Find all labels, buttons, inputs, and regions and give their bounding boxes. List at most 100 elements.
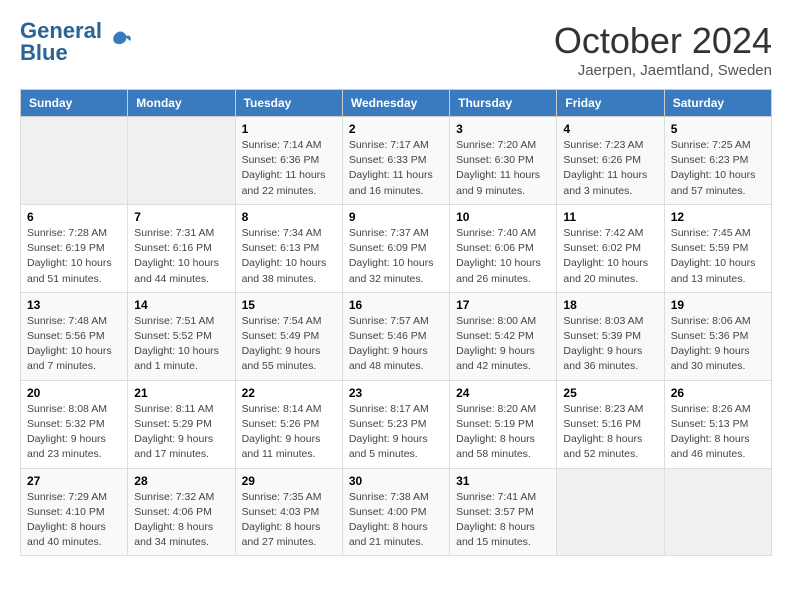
day-number: 8 (242, 210, 336, 224)
column-header-sunday: Sunday (21, 90, 128, 117)
day-number: 21 (134, 386, 228, 400)
day-info: Sunrise: 8:00 AMSunset: 5:42 PMDaylight:… (456, 314, 550, 375)
day-info: Sunrise: 7:34 AMSunset: 6:13 PMDaylight:… (242, 226, 336, 287)
day-number: 6 (27, 210, 121, 224)
day-number: 19 (671, 298, 765, 312)
calendar-cell: 7Sunrise: 7:31 AMSunset: 6:16 PMDaylight… (128, 204, 235, 292)
day-info: Sunrise: 8:03 AMSunset: 5:39 PMDaylight:… (563, 314, 657, 375)
calendar-cell (557, 468, 664, 556)
header-row: SundayMondayTuesdayWednesdayThursdayFrid… (21, 90, 772, 117)
calendar-cell: 23 Sunrise: 8:17 AMSunset: 5:23 PMDayligh… (342, 380, 449, 468)
calendar-cell: 8 Sunrise: 7:34 AMSunset: 6:13 PMDaylight… (235, 204, 342, 292)
day-info: Sunrise: 8:06 AMSunset: 5:36 PMDaylight:… (671, 314, 765, 375)
day-number: 22 (242, 386, 336, 400)
day-info: Sunrise: 8:26 AMSunset: 5:13 PMDaylight:… (671, 402, 765, 463)
day-info: Sunrise: 7:28 AMSunset: 6:19 PMDaylight:… (27, 226, 121, 287)
calendar-cell (128, 117, 235, 205)
day-number: 20 (27, 386, 121, 400)
week-row-4: 20 Sunrise: 8:08 AMSunset: 5:32 PMDayligh… (21, 380, 772, 468)
calendar-cell: 18 Sunrise: 8:03 AMSunset: 5:39 PMDayligh… (557, 292, 664, 380)
day-number: 16 (349, 298, 443, 312)
calendar-cell: 15 Sunrise: 7:54 AMSunset: 5:49 PMDayligh… (235, 292, 342, 380)
calendar-cell (664, 468, 771, 556)
calendar-cell: 30Sunrise: 7:38 AMSunset: 4:00 PMDayligh… (342, 468, 449, 556)
calendar-cell: 11 Sunrise: 7:42 AMSunset: 6:02 PMDayligh… (557, 204, 664, 292)
day-info: Sunrise: 7:42 AMSunset: 6:02 PMDaylight:… (563, 226, 657, 287)
day-info: Sunrise: 7:29 AMSunset: 4:10 PMDaylight:… (27, 490, 121, 551)
day-info: Sunrise: 7:41 AMSunset: 3:57 PMDaylight:… (456, 490, 550, 551)
column-header-thursday: Thursday (450, 90, 557, 117)
day-info: Sunrise: 8:08 AMSunset: 5:32 PMDaylight:… (27, 402, 121, 463)
location-subtitle: Jaerpen, Jaemtland, Sweden (554, 62, 772, 79)
day-info: Sunrise: 7:54 AMSunset: 5:49 PMDaylight:… (242, 314, 336, 375)
day-info: Sunrise: 7:20 AMSunset: 6:30 PMDaylight:… (456, 138, 550, 199)
day-number: 9 (349, 210, 443, 224)
day-number: 15 (242, 298, 336, 312)
month-title: October 2024 (554, 20, 772, 62)
logo: GeneralBlue (20, 20, 132, 64)
calendar-cell: 22 Sunrise: 8:14 AMSunset: 5:26 PMDayligh… (235, 380, 342, 468)
day-number: 12 (671, 210, 765, 224)
day-number: 18 (563, 298, 657, 312)
day-info: Sunrise: 7:14 AMSunset: 6:36 PMDaylight:… (242, 138, 336, 199)
calendar-cell: 29Sunrise: 7:35 AMSunset: 4:03 PMDayligh… (235, 468, 342, 556)
page-header: GeneralBlue October 2024 Jaerpen, Jaemtl… (20, 20, 772, 79)
day-number: 17 (456, 298, 550, 312)
week-row-3: 13 Sunrise: 7:48 AMSunset: 5:56 PMDayligh… (21, 292, 772, 380)
logo-bird-icon (104, 28, 132, 56)
column-header-tuesday: Tuesday (235, 90, 342, 117)
day-info: Sunrise: 7:38 AMSunset: 4:00 PMDaylight:… (349, 490, 443, 551)
day-info: Sunrise: 7:31 AMSunset: 6:16 PMDaylight:… (134, 226, 228, 287)
day-info: Sunrise: 7:25 AMSunset: 6:23 PMDaylight:… (671, 138, 765, 199)
column-header-monday: Monday (128, 90, 235, 117)
day-number: 13 (27, 298, 121, 312)
day-number: 28 (134, 474, 228, 488)
calendar-cell: 1 Sunrise: 7:14 AMSunset: 6:36 PMDaylight… (235, 117, 342, 205)
day-info: Sunrise: 7:48 AMSunset: 5:56 PMDaylight:… (27, 314, 121, 375)
calendar-cell: 12 Sunrise: 7:45 AMSunset: 5:59 PMDayligh… (664, 204, 771, 292)
calendar-cell: 24 Sunrise: 8:20 AMSunset: 5:19 PMDayligh… (450, 380, 557, 468)
day-number: 10 (456, 210, 550, 224)
calendar-cell: 19 Sunrise: 8:06 AMSunset: 5:36 PMDayligh… (664, 292, 771, 380)
day-number: 29 (242, 474, 336, 488)
week-row-1: 1 Sunrise: 7:14 AMSunset: 6:36 PMDaylight… (21, 117, 772, 205)
day-number: 24 (456, 386, 550, 400)
column-header-wednesday: Wednesday (342, 90, 449, 117)
day-info: Sunrise: 7:17 AMSunset: 6:33 PMDaylight:… (349, 138, 443, 199)
day-number: 2 (349, 122, 443, 136)
day-number: 23 (349, 386, 443, 400)
logo-text: GeneralBlue (20, 20, 102, 64)
day-info: Sunrise: 7:45 AMSunset: 5:59 PMDaylight:… (671, 226, 765, 287)
calendar-cell: 4Sunrise: 7:23 AMSunset: 6:26 PMDaylight… (557, 117, 664, 205)
calendar-cell: 27 Sunrise: 7:29 AMSunset: 4:10 PMDayligh… (21, 468, 128, 556)
calendar-cell: 26 Sunrise: 8:26 AMSunset: 5:13 PMDayligh… (664, 380, 771, 468)
day-info: Sunrise: 8:20 AMSunset: 5:19 PMDaylight:… (456, 402, 550, 463)
day-info: Sunrise: 8:17 AMSunset: 5:23 PMDaylight:… (349, 402, 443, 463)
day-info: Sunrise: 7:51 AMSunset: 5:52 PMDaylight:… (134, 314, 228, 375)
day-number: 3 (456, 122, 550, 136)
day-number: 5 (671, 122, 765, 136)
calendar-cell: 28Sunrise: 7:32 AMSunset: 4:06 PMDayligh… (128, 468, 235, 556)
day-info: Sunrise: 7:57 AMSunset: 5:46 PMDaylight:… (349, 314, 443, 375)
calendar-cell: 6 Sunrise: 7:28 AMSunset: 6:19 PMDaylight… (21, 204, 128, 292)
week-row-2: 6 Sunrise: 7:28 AMSunset: 6:19 PMDaylight… (21, 204, 772, 292)
day-number: 26 (671, 386, 765, 400)
day-number: 1 (242, 122, 336, 136)
day-info: Sunrise: 7:23 AMSunset: 6:26 PMDaylight:… (563, 138, 657, 199)
day-number: 14 (134, 298, 228, 312)
day-number: 11 (563, 210, 657, 224)
column-header-friday: Friday (557, 90, 664, 117)
day-info: Sunrise: 8:14 AMSunset: 5:26 PMDaylight:… (242, 402, 336, 463)
calendar-cell: 14 Sunrise: 7:51 AMSunset: 5:52 PMDayligh… (128, 292, 235, 380)
calendar-cell: 13 Sunrise: 7:48 AMSunset: 5:56 PMDayligh… (21, 292, 128, 380)
calendar-cell (21, 117, 128, 205)
day-info: Sunrise: 7:37 AMSunset: 6:09 PMDaylight:… (349, 226, 443, 287)
calendar-cell: 3 Sunrise: 7:20 AMSunset: 6:30 PMDaylight… (450, 117, 557, 205)
calendar-table: SundayMondayTuesdayWednesdayThursdayFrid… (20, 89, 772, 556)
calendar-cell: 5 Sunrise: 7:25 AMSunset: 6:23 PMDaylight… (664, 117, 771, 205)
calendar-cell: 10Sunrise: 7:40 AMSunset: 6:06 PMDayligh… (450, 204, 557, 292)
day-info: Sunrise: 8:23 AMSunset: 5:16 PMDaylight:… (563, 402, 657, 463)
day-number: 27 (27, 474, 121, 488)
calendar-cell: 20 Sunrise: 8:08 AMSunset: 5:32 PMDayligh… (21, 380, 128, 468)
title-block: October 2024 Jaerpen, Jaemtland, Sweden (554, 20, 772, 79)
